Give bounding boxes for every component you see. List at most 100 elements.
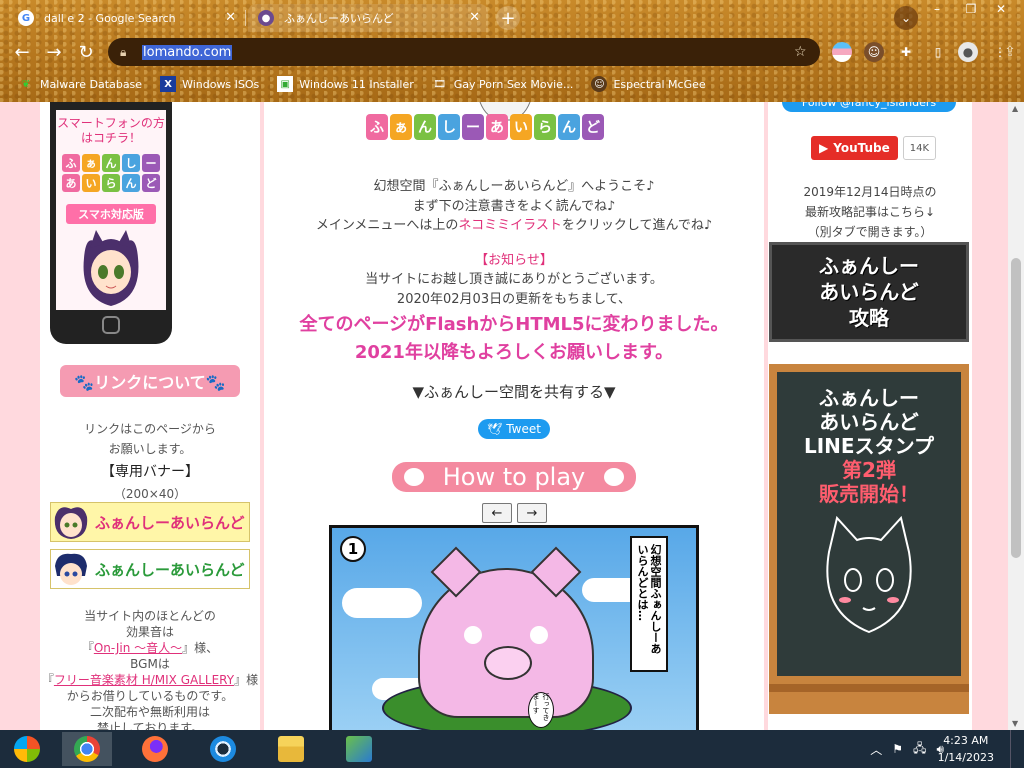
strategy-guide-banner[interactable]: ふぁんしー あいらんど 攻略 xyxy=(769,242,969,342)
logo-tile: ぁ xyxy=(390,114,412,140)
system-clock[interactable]: 4:23 AM 1/14/2023 xyxy=(938,732,994,766)
logo-tile: し xyxy=(438,114,460,140)
taskbar-network-app[interactable] xyxy=(334,732,384,766)
bookmark-malware-database[interactable]: ❦ Malware Database xyxy=(18,76,142,92)
action-center-flag-icon[interactable]: ⚑ xyxy=(892,742,903,756)
extension-flag-icon[interactable] xyxy=(832,42,852,62)
back-button[interactable]: ← xyxy=(10,40,34,64)
notice-heading: 【お知らせ】 xyxy=(475,253,553,268)
extensions-puzzle-icon[interactable]: ✚ xyxy=(896,42,916,62)
twitter-bird-icon: 🕊︎ xyxy=(487,422,503,436)
close-tab-icon[interactable]: ✕ xyxy=(225,10,236,25)
cat-girl-icon: ● xyxy=(258,10,274,26)
menu-kebab-icon[interactable]: ⋮ xyxy=(990,42,1010,62)
credit-text: 二次配布や無断利用は xyxy=(89,705,210,719)
phone-logo: ふ ぁ ん し ー あ い ら ん ど xyxy=(62,154,160,192)
link-info-button[interactable]: 🐾リンクについて🐾 xyxy=(60,365,240,397)
update-text: 2019年12月14日時点の xyxy=(803,185,937,199)
taskbar-firefox[interactable] xyxy=(130,732,180,766)
forward-button[interactable]: → xyxy=(42,40,66,64)
phone-home-button xyxy=(102,316,120,334)
update-text: 最新攻略記事はこちら↓ xyxy=(804,205,936,219)
bookmark-movie-site[interactable]: 🎞︎ Gay Porn Sex Movie... xyxy=(432,76,573,92)
banner-text: ふぁんしーあいらんど xyxy=(95,513,245,532)
logo-tile: い xyxy=(82,174,100,192)
show-hidden-icons-icon[interactable]: ︿ xyxy=(870,741,882,758)
tab-search-button[interactable]: ⌄ xyxy=(894,6,918,30)
reload-button[interactable]: ↻ xyxy=(74,40,98,64)
profile-avatar-icon[interactable]: ● xyxy=(958,42,978,62)
close-window-button[interactable]: ✕ xyxy=(984,0,1018,18)
smartphone-banner[interactable]: スマートフォンの方はコチラ！ ふ ぁ ん し ー あ い ら ん ど スマホ対応… xyxy=(50,102,172,344)
site-banner-1[interactable]: ふぁんしーあいらんど xyxy=(50,502,250,542)
small-speech-bubble: 行ってきまーす xyxy=(528,692,554,728)
banner-size: （200×40） xyxy=(113,487,187,501)
lock-icon[interactable]: 🔒︎ xyxy=(120,45,136,60)
pig-ear xyxy=(430,546,482,598)
opera-icon xyxy=(210,736,236,762)
pig-dome-building xyxy=(418,546,594,718)
tab-google-search[interactable]: G dall e 2 - Google Search ✕ xyxy=(8,4,244,32)
logo-tile: い xyxy=(510,114,532,140)
logo-tile: ふ xyxy=(62,154,80,172)
scrollbar-thumb[interactable] xyxy=(1011,258,1021,558)
bookmark-star-icon[interactable]: ☆ xyxy=(794,44,807,60)
close-tab-icon[interactable]: ✕ xyxy=(469,10,480,25)
network-icon[interactable]: 🖧︎ xyxy=(913,739,926,760)
nekomimi-illust-link[interactable]: ネコミミイラスト xyxy=(458,218,561,233)
site-banner-2[interactable]: ふぁんしーあいらんど xyxy=(50,549,250,589)
show-desktop-button[interactable] xyxy=(1010,730,1024,768)
logo-tile: ふ xyxy=(366,114,388,140)
bookmark-windows-11-installer[interactable]: ▣ Windows 11 Installer xyxy=(277,76,414,92)
onjin-link[interactable]: On-Jin ～音人～ xyxy=(94,641,182,655)
clock-date: 1/14/2023 xyxy=(937,751,994,764)
chalk-cat-girl-drawing xyxy=(826,515,912,634)
hmix-gallery-link[interactable]: フリー音楽素材 H/MIX GALLERY xyxy=(54,673,234,687)
image-icon: ▣ xyxy=(277,76,294,92)
youtube-subscriber-count: 14K xyxy=(902,136,937,160)
banner-heading: 【専用バナー】 xyxy=(101,464,199,480)
side-panel-icon[interactable]: ▯ xyxy=(928,42,948,62)
bookmark-espectral-mcgee[interactable]: ☺ Espectral McGee xyxy=(591,76,706,92)
boy-face-icon xyxy=(55,553,87,585)
person-icon: ☺ xyxy=(591,76,608,92)
maximize-button[interactable]: ❐ xyxy=(954,0,988,18)
start-button[interactable] xyxy=(2,732,52,766)
credit-text: からお借りしているものです。 xyxy=(66,689,234,703)
announcement-headline: 全てのページがFlashからHTML5に変わりました。 xyxy=(299,314,729,335)
new-tab-button[interactable]: + xyxy=(496,6,520,30)
prev-page-button[interactable]: ← xyxy=(482,503,512,523)
google-icon: G xyxy=(18,10,34,26)
taskbar-file-explorer[interactable] xyxy=(266,732,316,766)
taskbar-opera[interactable] xyxy=(198,732,248,766)
bookmark-windows-isos[interactable]: X Windows ISOs xyxy=(160,76,259,92)
tweet-button[interactable]: 🕊︎ Tweet xyxy=(478,419,550,439)
line-sticker-banner[interactable]: ふぁんしー あいらんど LINEスタンプ 第2弾 販売開始！ xyxy=(769,364,969,714)
pig-eye xyxy=(530,626,548,644)
cat-girl-face-icon xyxy=(54,507,88,539)
leaf-icon: ❦ xyxy=(21,78,31,90)
tab-fancy-island[interactable]: ● ふぁんしーあいらんど ✕ xyxy=(248,4,488,32)
announcement-headline: 2021年以降もよろしくお願いします。 xyxy=(354,342,674,363)
youtube-subscribe[interactable]: ▶ YouTube 14K xyxy=(811,136,937,160)
logo-tile: ん xyxy=(122,174,140,192)
logo-tile: ど xyxy=(142,174,160,192)
clock-time: 4:23 AM xyxy=(943,734,989,747)
file-explorer-icon xyxy=(278,736,304,762)
browser-chrome: G dall e 2 - Google Search ✕ ● ふぁんしーあいらん… xyxy=(0,0,1024,102)
taskbar-chrome[interactable] xyxy=(62,732,112,766)
address-bar[interactable]: 🔒︎ lomando.com ⇪ ☆ xyxy=(108,38,1016,66)
next-page-button[interactable]: → xyxy=(517,503,547,523)
url-text[interactable]: lomando.com xyxy=(142,44,233,60)
scroll-down-arrow-icon[interactable]: ▼ xyxy=(1012,719,1018,728)
scroll-up-arrow-icon[interactable]: ▲ xyxy=(1012,104,1018,113)
youtube-button[interactable]: ▶ YouTube xyxy=(811,136,898,160)
network-app-icon xyxy=(346,736,372,762)
profile-extension-icon[interactable]: ☺ xyxy=(864,42,884,62)
youtube-play-icon: ▶ xyxy=(819,141,829,155)
minimize-button[interactable]: – xyxy=(920,0,954,18)
twitter-follow-button[interactable]: Follow @fancy_islanders xyxy=(782,102,956,112)
smartphone-version-label: スマホ対応版 xyxy=(66,204,156,224)
easel-tray xyxy=(769,684,969,692)
page-scrollbar[interactable]: ▲ ▼ xyxy=(1008,102,1024,730)
